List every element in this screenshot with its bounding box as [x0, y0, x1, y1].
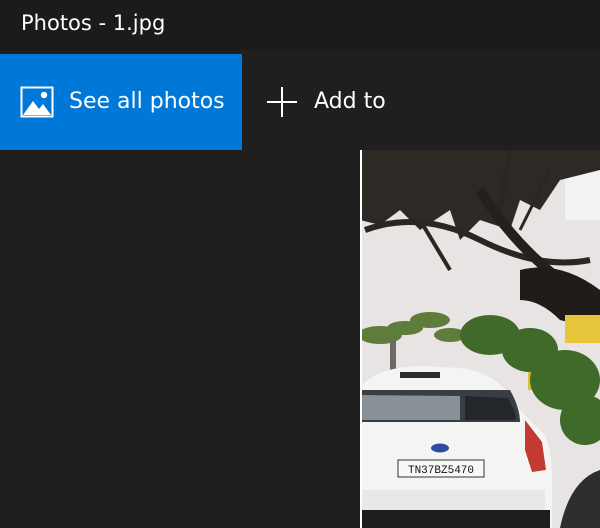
- see-all-photos-label: See all photos: [69, 89, 225, 114]
- license-plate-text: TN37BZ5470: [408, 465, 474, 477]
- window-title: Photos - 1.jpg: [21, 11, 166, 35]
- add-to-label: Add to: [314, 89, 386, 114]
- plus-icon: [267, 87, 297, 117]
- toolbar: See all photos Add to: [0, 54, 600, 150]
- photo-illustration: TN37BZ5470: [360, 150, 600, 528]
- photo-library-icon: [20, 86, 54, 118]
- see-all-photos-button[interactable]: See all photos: [0, 54, 242, 150]
- photos-app-window: Photos - 1.jpg See all photos Add to TN3…: [0, 0, 600, 528]
- title-bar[interactable]: Photos - 1.jpg: [0, 0, 600, 50]
- add-to-button[interactable]: Add to: [256, 54, 400, 150]
- photo-image[interactable]: TN37BZ5470: [360, 150, 600, 528]
- photo-viewer[interactable]: TN37BZ5470: [0, 150, 600, 528]
